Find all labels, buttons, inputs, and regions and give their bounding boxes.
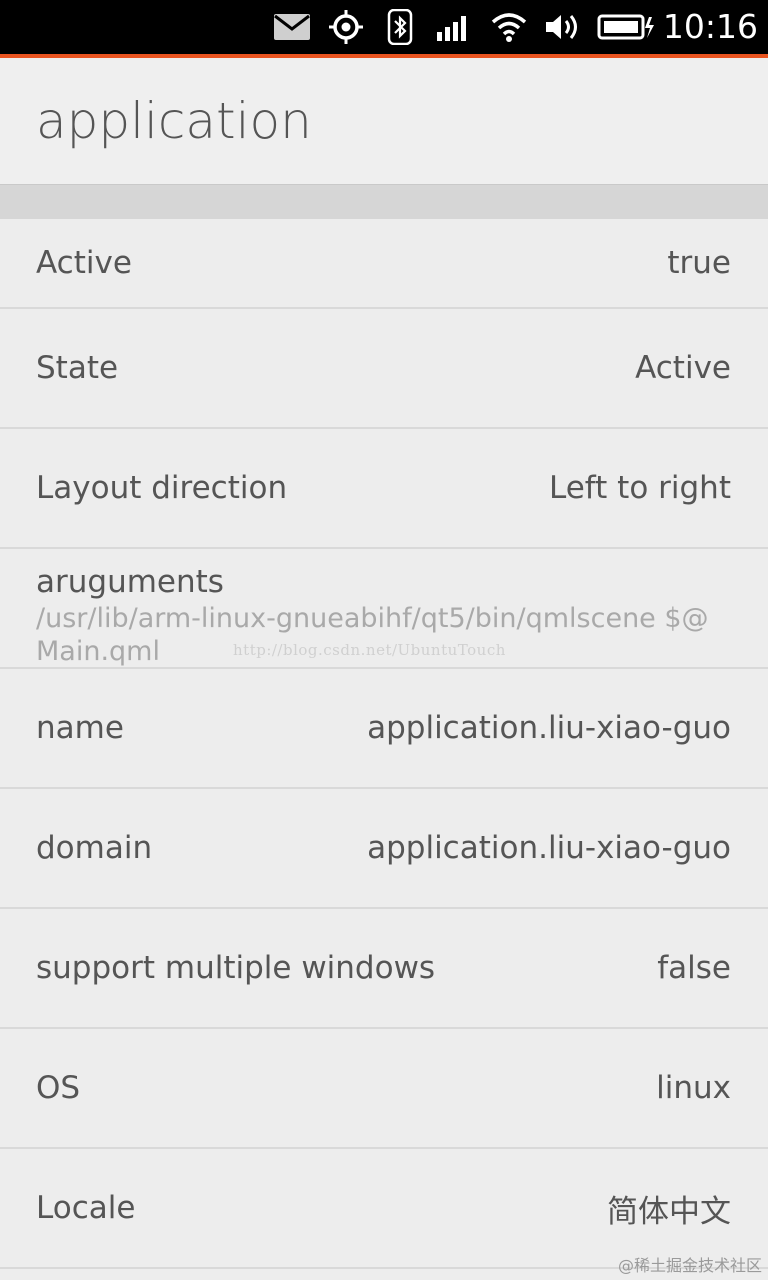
list-item-label: State [36, 350, 119, 386]
list-item-domain[interactable]: domain application.liu-xiao-guo [0, 789, 768, 909]
list-item-locale[interactable]: Locale 简体中文 [0, 1149, 768, 1269]
watermark-text: http://blog.csdn.net/UbuntuTouch [233, 641, 506, 659]
battery-icon[interactable] [597, 9, 655, 45]
list-item-value: application.liu-xiao-guo [367, 710, 731, 746]
list-item-value: Active [635, 350, 731, 386]
volume-icon[interactable] [544, 9, 582, 45]
list-item-label: OS [36, 1070, 81, 1106]
list-item-active[interactable]: Active true [0, 219, 768, 309]
signal-icon[interactable] [436, 9, 472, 45]
list-item-name[interactable]: name application.liu-xiao-guo [0, 669, 768, 789]
list-item-value: application.liu-xiao-guo [367, 830, 731, 866]
list-item-label: name [36, 710, 124, 746]
list-item-label: Layout direction [36, 470, 288, 506]
list-item-label: aruguments [36, 564, 224, 600]
list-item-state[interactable]: State Active [0, 309, 768, 429]
list-item-label: Locale [36, 1190, 136, 1226]
list-item-support-multiple-windows[interactable]: support multiple windows false [0, 909, 768, 1029]
location-icon[interactable] [328, 9, 364, 45]
list-item-value: linux [656, 1070, 731, 1106]
list-item-os[interactable]: OS linux [0, 1029, 768, 1149]
list-item-value: false [657, 950, 731, 986]
page-title: application [36, 92, 312, 150]
property-list: Active true State Active Layout directio… [0, 219, 768, 1269]
list-item-layout-direction[interactable]: Layout direction Left to right [0, 429, 768, 549]
mail-icon[interactable] [273, 9, 311, 45]
status-bar: 10:16 [0, 0, 768, 58]
list-item-value: true [667, 245, 731, 281]
list-item-label: domain [36, 830, 153, 866]
page-header: application [0, 58, 768, 184]
bluetooth-icon[interactable] [387, 9, 413, 45]
list-item-value: Left to right [549, 470, 731, 506]
list-item-label: Active [36, 245, 132, 281]
list-item-value: 简体中文 [607, 1193, 731, 1230]
list-item-label: support multiple windows [36, 950, 436, 986]
clock-time: 10:16 [662, 7, 758, 46]
corner-watermark: @稀土掘金技术社区 [617, 1256, 762, 1275]
header-divider [0, 184, 768, 219]
wifi-icon[interactable] [490, 9, 528, 45]
